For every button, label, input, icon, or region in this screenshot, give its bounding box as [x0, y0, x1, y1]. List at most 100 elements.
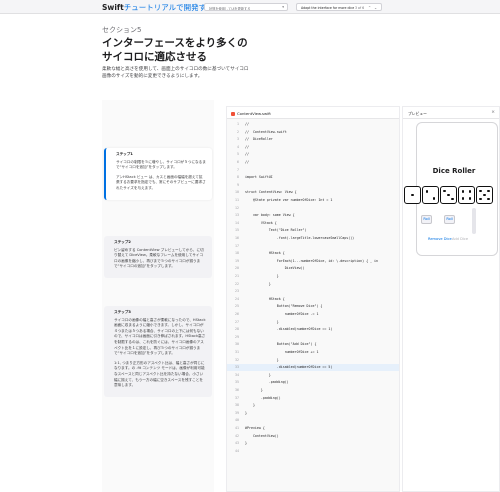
code-line[interactable]: 23	[227, 288, 399, 295]
code-line[interactable]: 42 ContentView()	[227, 433, 399, 440]
chevron-down-icon[interactable]: ⌄	[374, 5, 377, 10]
step-card-2[interactable]: ステップ2 ピン留めする ContentView プレビューしてから、に切り替え…	[104, 236, 212, 278]
code-line[interactable]: 17	[227, 243, 399, 250]
code-text: Text("Dice Roller")	[245, 228, 307, 233]
line-number: 34	[235, 372, 239, 377]
chapter-dropdown-label: 状態を使用してUIを更新する	[209, 6, 251, 11]
code-line[interactable]: 34 }	[227, 372, 399, 379]
code-line[interactable]: 32 }	[227, 357, 399, 364]
line-number: 12	[235, 205, 239, 210]
code-line[interactable]: 41 #Preview {	[227, 425, 399, 432]
die-pip	[411, 193, 414, 197]
code-line[interactable]: 13 var body: some View {	[227, 212, 399, 219]
die-pip	[479, 197, 483, 201]
close-icon[interactable]: ×	[491, 110, 495, 115]
die-pip	[447, 193, 450, 197]
code-line[interactable]: 29	[227, 334, 399, 341]
line-number: 9	[237, 182, 239, 187]
brand-title[interactable]: Swiftチュートリアルで開発する	[102, 2, 214, 13]
code-line[interactable]: 39}	[227, 410, 399, 417]
line-number: 37	[235, 395, 239, 400]
roll-button[interactable]: Roll	[444, 215, 455, 224]
step-text: 1:1, つまり正方形のアスペクト比は、幅と高さが同じになります。の .fit …	[114, 360, 205, 388]
code-text: //	[245, 144, 249, 149]
line-number: 33	[235, 365, 239, 370]
code-line[interactable]: 18 HStack {	[227, 250, 399, 257]
code-line[interactable]: 12	[227, 205, 399, 212]
line-number: 27	[235, 319, 239, 324]
add-dice-button[interactable]: Add Dice	[452, 237, 468, 241]
code-text: }	[245, 319, 279, 324]
code-text: .padding()	[245, 380, 289, 385]
code-line[interactable]: 16 .font(.largeTitle.lowercaseSmallCaps(…	[227, 235, 399, 242]
code-line[interactable]: 3 // DiceRoller	[227, 136, 399, 143]
editor-tab[interactable]: ContentView.swift	[227, 107, 399, 119]
code-text: Button("Add Dice") {	[245, 342, 317, 347]
chapter-dropdown[interactable]: 状態を使用してUIを更新する ▾	[204, 3, 288, 11]
code-line[interactable]: 31 numberOfDice += 1	[227, 349, 399, 356]
code-line[interactable]: 22 }	[227, 281, 399, 288]
code-line[interactable]: 24 HStack {	[227, 296, 399, 303]
die-pip	[483, 193, 486, 197]
line-number: 13	[235, 213, 239, 218]
code-line[interactable]: 2 // ContentView.swift	[227, 129, 399, 136]
step-title: ステップ3	[114, 310, 131, 314]
chevron-up-icon[interactable]: ⌃	[368, 5, 371, 10]
code-line[interactable]: 25 Button("Remove Dice") {	[227, 303, 399, 310]
line-number: 43	[235, 441, 239, 446]
code-text: numberOfDice += 1	[245, 350, 319, 354]
line-number: 25	[235, 304, 239, 309]
code-line[interactable]: 38 }	[227, 402, 399, 409]
code-text: // DiceRoller	[245, 137, 273, 142]
die-face	[458, 186, 475, 204]
code-line[interactable]: 27 }	[227, 319, 399, 326]
code-text: .disabled(numberOfDice == 1)	[245, 327, 333, 332]
step-card-1[interactable]: ステップ1 サイコロの制限を５に増やし、サイコロが５つになるまで“サイコロを追加…	[104, 148, 212, 200]
code-line[interactable]: 4 //	[227, 144, 399, 151]
code-text: }	[245, 403, 255, 408]
code-text: .disabled(numberOfDice == 5)	[245, 365, 333, 370]
roll-button[interactable]: Roll	[421, 215, 432, 224]
code-line[interactable]: 6 //	[227, 159, 399, 166]
code-line[interactable]: 19 ForEach(1...numberOfDice, id: \.descr…	[227, 258, 399, 265]
die-face	[422, 186, 439, 204]
code-line[interactable]: 10 struct ContentView: View {	[227, 189, 399, 196]
code-line[interactable]: 7	[227, 167, 399, 174]
line-number: 16	[235, 236, 239, 240]
code-text: }	[245, 441, 247, 446]
line-number: 42	[235, 433, 239, 438]
code-line[interactable]: 30 Button("Add Dice") {	[227, 341, 399, 348]
code-line[interactable]: 28 .disabled(numberOfDice == 1)	[227, 326, 399, 333]
scroll-track[interactable]	[472, 208, 476, 234]
code-line[interactable]: 8 import SwiftUI	[227, 174, 399, 181]
code-line[interactable]: 35 .padding()	[227, 379, 399, 386]
code-line[interactable]: 20 DiceView()	[227, 265, 399, 272]
code-line[interactable]: 43}	[227, 440, 399, 447]
code-line[interactable]: 14 VStack {	[227, 220, 399, 227]
step-navigator[interactable]: Adapt the interface for more dice 3 of 6…	[296, 3, 382, 11]
code-line[interactable]: 9	[227, 182, 399, 189]
code-line[interactable]: 11 @State private var numberOfDice: Int …	[227, 197, 399, 204]
editor-filename: ContentView.swift	[237, 111, 271, 116]
remove-dice-button[interactable]: Remove Dice	[428, 237, 452, 241]
code-line[interactable]: 26 numberOfDice -= 1	[227, 311, 399, 318]
code-line[interactable]: 44	[227, 448, 399, 455]
line-number: 39	[235, 410, 239, 415]
code-line[interactable]: 40	[227, 417, 399, 424]
page-description: 柔軟な幅と高さを使用して、画面上のサイコロの数に基づいてサイコロ画像のサイズを動…	[102, 67, 249, 79]
code-line[interactable]: 1 //	[227, 121, 399, 128]
code-line[interactable]: 37 .padding()	[227, 395, 399, 402]
code-line[interactable]: 15 Text("Dice Roller")	[227, 227, 399, 234]
code-line[interactable]: 21 }	[227, 273, 399, 280]
code-text: //	[245, 160, 249, 164]
code-editor: ContentView.swift 1 // 2 // ContentView.swi…	[226, 106, 400, 492]
line-number: 36	[235, 388, 239, 392]
line-number: 6	[237, 160, 239, 164]
code-line[interactable]: 33 .disabled(numberOfDice == 5)	[227, 364, 399, 371]
code-line[interactable]: 36 }	[227, 387, 399, 394]
line-number: 31	[235, 350, 239, 354]
section-label: セクション5	[102, 26, 142, 34]
code-line[interactable]: 5 //	[227, 151, 399, 158]
step-card-3[interactable]: ステップ3 サイコロの画像の幅と高さが柔軟になったので、HStack画面に収まる…	[104, 306, 212, 397]
code-text: numberOfDice -= 1	[245, 312, 319, 316]
